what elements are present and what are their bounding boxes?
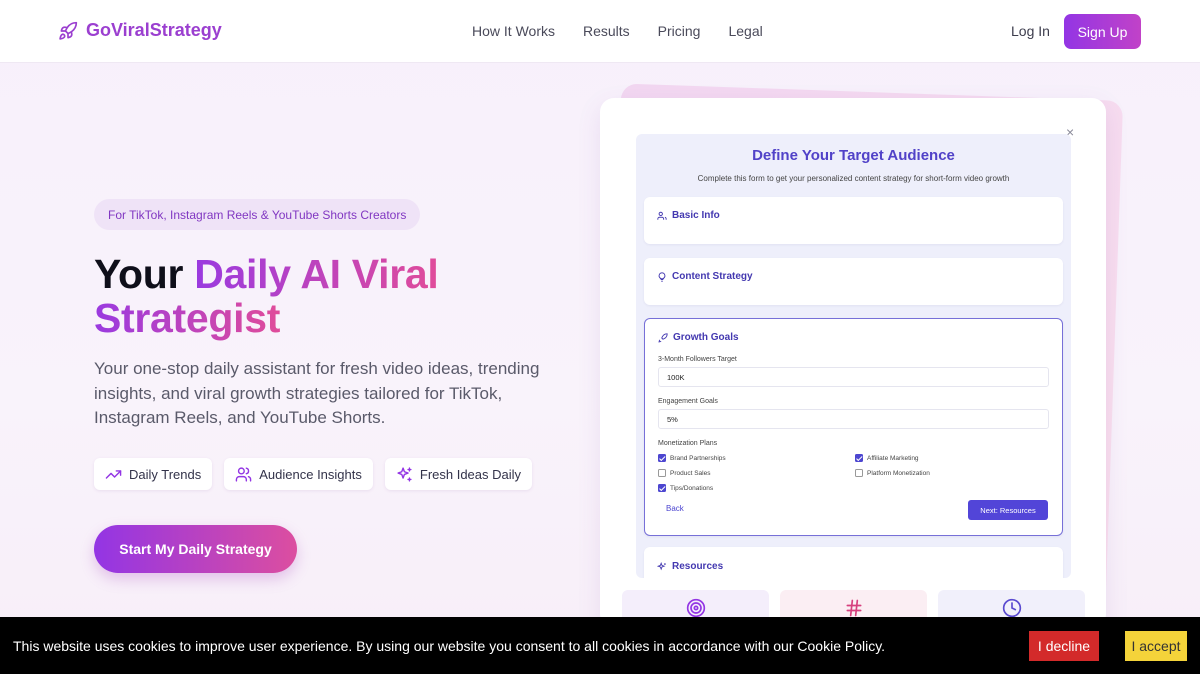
trending-up-icon: [105, 469, 122, 479]
engagement-goals-label: Engagement Goals: [658, 398, 718, 405]
decline-cookies-button[interactable]: I decline: [1029, 631, 1099, 661]
back-link[interactable]: Back: [666, 504, 684, 513]
engagement-goals-input[interactable]: [658, 409, 1049, 429]
section-title: Resources: [672, 561, 724, 572]
checkbox-label: Platform Monetization: [867, 469, 930, 477]
audience-form: Define Your Target Audience Complete thi…: [636, 134, 1071, 578]
top-nav: GoViralStrategy How It Works Results Pri…: [0, 0, 1200, 63]
accept-cookies-button[interactable]: I accept: [1125, 631, 1187, 661]
target-icon: [686, 598, 705, 618]
checkbox-box[interactable]: [658, 469, 666, 477]
nav-link-how-it-works[interactable]: How It Works: [472, 23, 555, 39]
lightbulb-icon: [658, 271, 666, 282]
nav-links: How It Works Results Pricing Legal: [472, 23, 763, 39]
chip-label: Fresh Ideas Daily: [419, 466, 522, 482]
checkbox-box[interactable]: [658, 484, 666, 492]
checkbox-affiliate-marketing[interactable]: Affiliate Marketing: [855, 454, 919, 462]
followers-target-input[interactable]: [658, 367, 1049, 387]
users-icon: [235, 466, 252, 482]
headline-gradient-1: Daily AI Viral: [194, 251, 439, 297]
checkbox-box[interactable]: [855, 469, 863, 477]
checkbox-label: Tips/Donations: [670, 484, 714, 492]
checkbox-label: Product Sales: [670, 469, 711, 477]
users-icon: [657, 211, 667, 220]
login-link[interactable]: Log In: [1011, 23, 1050, 39]
feature-chips: Daily Trends Audience Insights Fresh Ide…: [94, 458, 533, 490]
form-preview-card: × Define Your Target Audience Complete t…: [600, 98, 1106, 628]
sparkles-icon: [397, 466, 412, 482]
section-header: Content Strategy: [657, 271, 753, 282]
section-title: Basic Info: [672, 210, 720, 221]
section-content-strategy[interactable]: Content Strategy: [644, 258, 1063, 305]
checkbox-box[interactable]: [855, 454, 863, 462]
checkbox-tips-donations[interactable]: Tips/Donations: [658, 484, 713, 492]
nav-link-legal[interactable]: Legal: [728, 23, 762, 39]
section-basic-info[interactable]: Basic Info: [644, 197, 1063, 244]
cookie-text: This website uses cookies to improve use…: [13, 638, 886, 654]
chip-fresh-ideas: Fresh Ideas Daily: [384, 458, 533, 490]
start-strategy-button[interactable]: Start My Daily Strategy: [94, 525, 297, 573]
section-growth-goals: Growth Goals 3-Month Followers Target En…: [644, 318, 1063, 536]
checkbox-label: Affiliate Marketing: [867, 454, 919, 462]
section-header: Basic Info: [657, 210, 720, 221]
headline-gradient-2: Strategist: [94, 295, 281, 341]
signup-button[interactable]: Sign Up: [1064, 14, 1141, 49]
logo[interactable]: GoViralStrategy: [58, 20, 222, 41]
section-header: Resources: [657, 561, 723, 572]
monetization-label: Monetization Plans: [658, 440, 718, 447]
chip-label: Daily Trends: [129, 466, 202, 482]
logo-text: GoViralStrategy: [86, 20, 222, 40]
form-title: Define Your Target Audience: [752, 147, 955, 164]
audience-badge: For TikTok, Instagram Reels & YouTube Sh…: [94, 199, 421, 230]
headline-plain: Your: [94, 251, 184, 297]
form-description: Complete this form to get your personali…: [697, 174, 1010, 183]
nav-link-pricing[interactable]: Pricing: [658, 23, 701, 39]
hero-subtext: Your one-stop daily assistant for fresh …: [94, 359, 540, 427]
followers-target-label: 3-Month Followers Target: [658, 356, 737, 363]
clock-icon: [1002, 598, 1021, 618]
cookie-banner: This website uses cookies to improve use…: [0, 617, 1200, 674]
checkbox-platform-monetization[interactable]: Platform Monetization: [855, 469, 930, 477]
hashtag-icon: [846, 599, 861, 617]
section-header: Growth Goals: [658, 332, 739, 343]
checkbox-box[interactable]: [658, 454, 666, 462]
chip-label: Audience Insights: [259, 466, 362, 482]
checkbox-brand-partnerships[interactable]: Brand Partnerships: [658, 454, 726, 462]
checkbox-label: Brand Partnerships: [670, 454, 726, 462]
section-resources[interactable]: Resources: [644, 547, 1063, 578]
rocket-icon: [658, 332, 668, 342]
hero-headline: Your Daily AI Viral Strategist: [94, 252, 564, 340]
rocket-icon: [59, 21, 78, 40]
sparkles-icon: [657, 561, 666, 570]
chip-daily-trends: Daily Trends: [94, 458, 213, 490]
nav-link-results[interactable]: Results: [583, 23, 630, 39]
checkbox-product-sales[interactable]: Product Sales: [658, 469, 710, 477]
section-title: Growth Goals: [673, 332, 739, 343]
next-resources-button[interactable]: Next: Resources: [968, 500, 1048, 520]
chip-audience-insights: Audience Insights: [224, 458, 373, 490]
section-title: Content Strategy: [672, 271, 753, 282]
